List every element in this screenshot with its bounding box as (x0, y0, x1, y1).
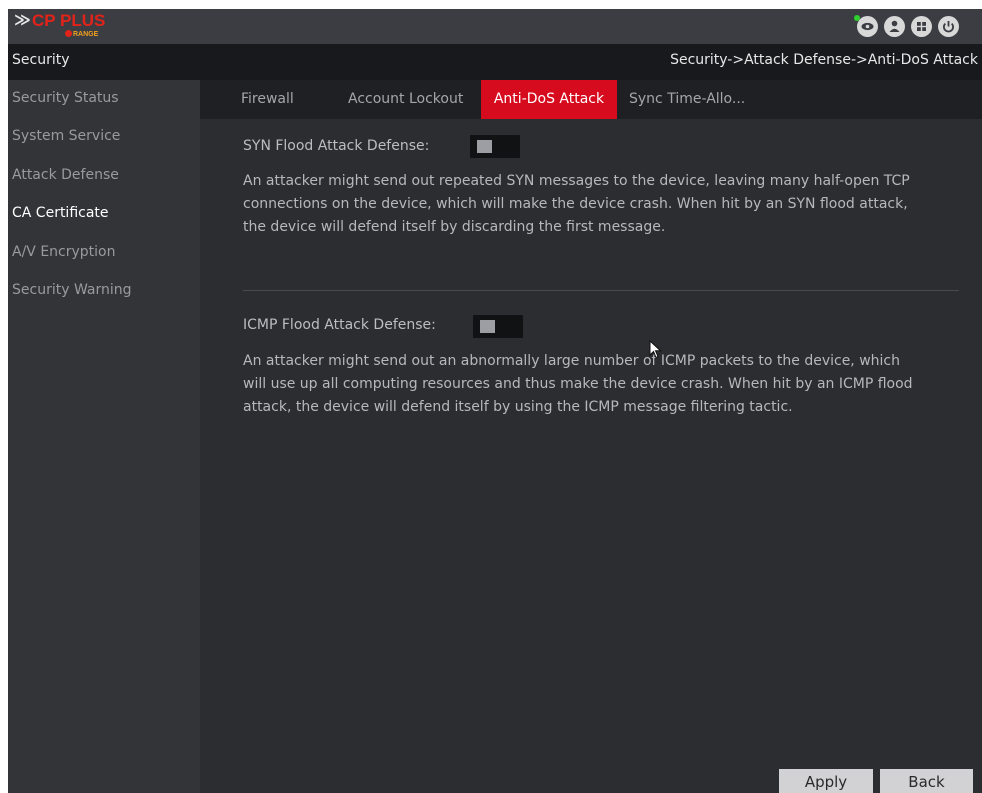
desc-line: will use up all computing resources and … (243, 376, 913, 392)
syn-flood-description: An attacker might send out repeated SYN … (243, 170, 973, 239)
desc-line: An attacker might send out an abnormally… (243, 353, 900, 369)
sidebar-item-system-service[interactable]: System Service (12, 118, 120, 154)
tab-account-lockout[interactable]: Account Lockout (348, 80, 463, 119)
screen: ≫ CP PLUS RANGE Security Security->Attac… (8, 9, 982, 793)
logo-sub: RANGE (65, 30, 98, 38)
sidebar-item-security-warning[interactable]: Security Warning (12, 272, 132, 308)
desc-line: connections on the device, which will ma… (243, 196, 908, 212)
tab-bar: Firewall Account Lockout Anti-DoS Attack… (200, 80, 982, 119)
syn-flood-toggle[interactable] (470, 135, 520, 158)
eye-icon[interactable] (857, 16, 878, 37)
icmp-flood-description: An attacker might send out an abnormally… (243, 350, 973, 419)
sidebar: Security Status System Service Attack De… (8, 80, 200, 793)
tab-anti-dos-attack[interactable]: Anti-DoS Attack (481, 80, 617, 119)
page-title: Security (12, 52, 70, 68)
toggle-knob (477, 140, 492, 153)
sidebar-item-attack-defense[interactable]: Attack Defense (12, 157, 119, 193)
apply-button[interactable]: Apply (779, 769, 873, 793)
logo-brand: CP PLUS (32, 11, 106, 30)
toggle-knob (480, 320, 495, 333)
mouse-cursor-icon (649, 339, 663, 364)
section-divider (243, 290, 959, 291)
breadcrumb: Security->Attack Defense->Anti-DoS Attac… (670, 52, 978, 68)
desc-line: An attacker might send out repeated SYN … (243, 173, 910, 189)
user-icon[interactable] (884, 16, 905, 37)
grid-icon[interactable] (911, 16, 932, 37)
title-bar: Security Security->Attack Defense->Anti-… (8, 44, 982, 80)
logo-mark: ≫ (14, 10, 31, 29)
desc-line: attack, the device will defend itself by… (243, 399, 793, 415)
icmp-flood-label: ICMP Flood Attack Defense: (243, 317, 436, 333)
tab-sync-time-allowlist[interactable]: Sync Time-Allo... (629, 80, 745, 119)
power-icon[interactable] (938, 16, 959, 37)
icmp-flood-toggle[interactable] (473, 315, 523, 338)
tab-firewall[interactable]: Firewall (241, 80, 294, 119)
syn-flood-label: SYN Flood Attack Defense: (243, 138, 430, 154)
top-bar: ≫ CP PLUS RANGE (8, 9, 982, 44)
desc-line: the device will defend itself by discard… (243, 219, 666, 235)
sidebar-item-security-status[interactable]: Security Status (12, 80, 119, 116)
sidebar-item-av-encryption[interactable]: A/V Encryption (12, 234, 115, 270)
back-button[interactable]: Back (880, 769, 973, 793)
logo: ≫ CP PLUS RANGE (14, 10, 124, 41)
sidebar-item-ca-certificate[interactable]: CA Certificate (12, 195, 109, 231)
